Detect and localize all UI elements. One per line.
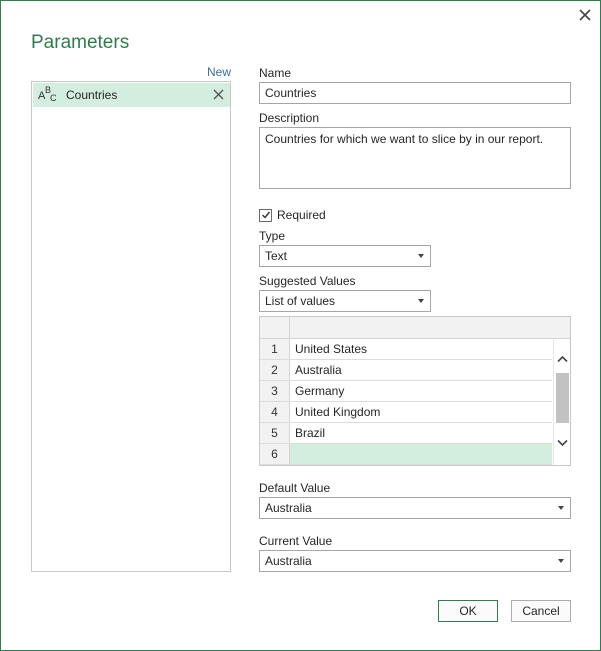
parameters-dialog: Parameters New A B C Countries Name Desc… [0,0,601,651]
row-value: Australia [295,363,342,377]
name-field[interactable] [259,82,571,104]
default-value-dropdown-value: Australia [265,501,312,515]
values-grid: 1 United States 2 Australia 3 Germany 4 … [259,316,571,466]
remove-parameter-button[interactable] [210,86,226,102]
values-grid-scrollbar[interactable] [553,339,570,465]
chevron-down-icon [418,299,424,303]
suggested-values-label: Suggested Values [259,274,356,288]
required-option: Required [259,208,326,222]
chevron-up-icon [557,355,568,363]
current-value-dropdown-value: Australia [265,554,312,568]
chevron-down-icon [558,559,564,563]
type-label: Type [259,229,286,243]
values-row[interactable]: 4 United Kingdom [260,402,552,423]
default-value-dropdown[interactable]: Australia [259,497,571,519]
description-label: Description [259,111,320,125]
current-value-dropdown[interactable]: Australia [259,550,571,572]
row-number: 1 [260,339,290,359]
values-row[interactable]: 5 Brazil [260,423,552,444]
ok-button[interactable]: OK [438,600,498,622]
remove-x-icon [213,89,223,99]
checkmark-icon [261,211,270,219]
parameter-list: A B C Countries [31,81,231,572]
values-row[interactable]: 2 Australia [260,360,552,381]
parameter-item-countries[interactable]: A B C Countries [33,83,230,107]
cancel-button[interactable]: Cancel [511,600,571,622]
close-icon [579,9,591,21]
row-number: 3 [260,381,290,401]
suggested-values-dropdown-value: List of values [265,294,336,308]
chevron-down-icon [418,254,424,258]
values-grid-index-header [260,317,290,338]
abc-text-type-icon: A B C [38,85,57,103]
description-field[interactable]: Countries for which we want to slice by … [259,127,571,189]
current-value-label: Current Value [259,534,333,548]
chevron-down-icon [558,506,564,510]
type-dropdown[interactable]: Text [259,245,431,267]
suggested-values-dropdown[interactable]: List of values [259,290,431,312]
default-value-label: Default Value [259,481,331,495]
row-number: 6 [260,444,290,464]
scroll-thumb[interactable] [556,373,569,423]
chevron-down-icon [557,439,568,447]
values-row[interactable]: 1 United States [260,339,552,360]
new-parameter-link[interactable]: New [201,65,231,79]
required-label: Required [277,208,326,222]
row-number: 4 [260,402,290,422]
row-number: 5 [260,423,290,443]
row-value: United States [295,342,368,356]
row-value: Germany [295,384,345,398]
row-value: United Kingdom [295,405,381,419]
parameter-item-label: Countries [66,88,118,102]
name-label: Name [259,66,292,80]
required-checkbox[interactable] [259,208,272,222]
row-value-input[interactable] [290,444,552,464]
scroll-up-button[interactable] [554,351,570,367]
values-row[interactable]: 3 Germany [260,381,552,402]
scroll-down-button[interactable] [554,435,570,451]
values-row-new[interactable]: 6 [260,444,552,465]
values-grid-header [260,317,570,339]
close-button[interactable] [575,6,595,24]
dialog-title: Parameters [31,32,130,53]
type-dropdown-value: Text [265,249,288,263]
row-number: 2 [260,360,290,380]
row-value: Brazil [295,426,326,440]
